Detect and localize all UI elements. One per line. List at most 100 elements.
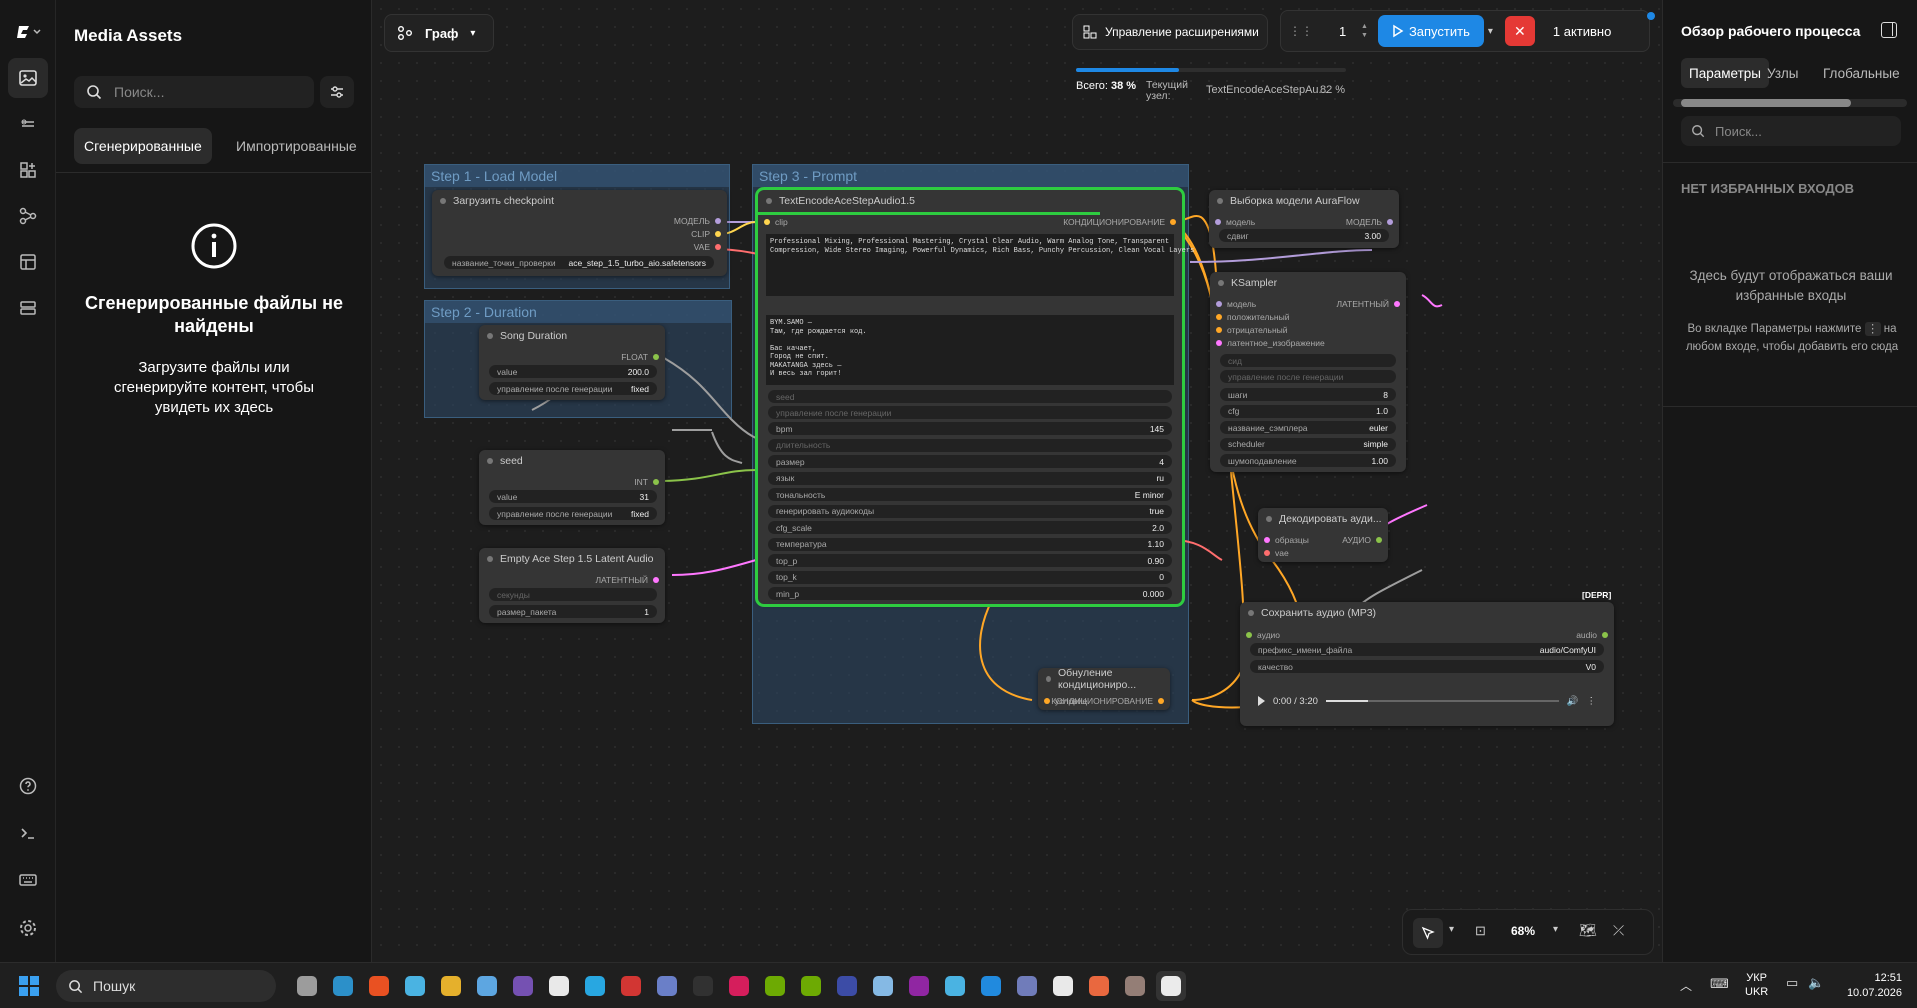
batch-count-input[interactable]: 1 bbox=[1339, 24, 1361, 39]
node-decode-audio[interactable]: Декодировать ауди... образцы vae АУДИО bbox=[1258, 508, 1388, 562]
output-clip[interactable]: CLIP bbox=[691, 229, 721, 239]
stop-button[interactable]: ✕ bbox=[1504, 16, 1535, 46]
input-model[interactable]: модель bbox=[1215, 217, 1255, 227]
ksampler-widget[interactable]: название_сэмплера euler bbox=[1220, 421, 1396, 434]
node-conditioning-zero[interactable]: Обнуление кондиционирo... условие КОНДИЦ… bbox=[1038, 667, 1170, 710]
chevron-up-icon[interactable]: ︿ bbox=[1680, 977, 1692, 994]
tabs-scrollbar[interactable] bbox=[1673, 99, 1907, 107]
tab-parameters[interactable]: Параметры bbox=[1681, 58, 1769, 88]
node-ksampler[interactable]: KSampler ЛАТЕНТНЫЙ модель положительный от… bbox=[1210, 272, 1406, 472]
app-icon[interactable] bbox=[904, 971, 934, 1001]
zoom-level[interactable]: 68% bbox=[1511, 924, 1535, 938]
clock[interactable]: 12:51 10.07.2026 bbox=[1838, 971, 1902, 1001]
audio-icon[interactable] bbox=[1084, 971, 1114, 1001]
language-indicator[interactable]: УКР UKR bbox=[1745, 971, 1768, 999]
instagram-icon[interactable] bbox=[724, 971, 754, 1001]
encode-widget[interactable]: cfg_scale 2.0 bbox=[768, 521, 1172, 534]
graph-mode-button[interactable]: Граф ▾ bbox=[384, 14, 494, 52]
ksampler-input[interactable]: положительный bbox=[1216, 312, 1289, 322]
favorites-search-input[interactable]: Поиск... bbox=[1681, 116, 1901, 146]
output-audio[interactable]: audio bbox=[1576, 630, 1608, 640]
quality-widget[interactable]: качество V0 bbox=[1250, 660, 1604, 673]
output-model[interactable]: МОДЕЛЬ bbox=[1346, 217, 1393, 227]
seconds-input[interactable]: секунды bbox=[489, 588, 657, 601]
output-int[interactable]: INT bbox=[634, 477, 659, 487]
files-icon[interactable] bbox=[400, 971, 430, 1001]
encode-widget[interactable]: top_k 0 bbox=[768, 570, 1172, 584]
gpu-tweak-icon[interactable] bbox=[796, 971, 826, 1001]
keyboard-icon[interactable] bbox=[8, 860, 48, 900]
comfyui-icon[interactable] bbox=[1156, 971, 1186, 1001]
minimap-icon[interactable]: 🗺 bbox=[1579, 922, 1597, 939]
manage-extensions-button[interactable]: Управление расширениями bbox=[1072, 14, 1268, 50]
vscode-icon[interactable] bbox=[976, 971, 1006, 1001]
queue-icon[interactable] bbox=[8, 288, 48, 328]
task-view-icon[interactable] bbox=[292, 971, 322, 1001]
seed-input[interactable]: сид bbox=[1220, 354, 1396, 367]
play-icon[interactable] bbox=[1258, 696, 1265, 706]
discord-icon[interactable] bbox=[652, 971, 682, 1001]
node-song-duration[interactable]: Song Duration FLOAT value 200.0 управлени… bbox=[479, 325, 665, 400]
node-auraflow-sampling[interactable]: Выборка модели AuraFlow модель МОДЕЛЬ сд… bbox=[1209, 190, 1399, 248]
encode-widget[interactable]: top_p 0.90 bbox=[768, 554, 1172, 567]
ksampler-widget[interactable]: cfg 1.0 bbox=[1220, 404, 1396, 418]
duration-control-widget[interactable]: управление после генерации fixed bbox=[489, 382, 657, 395]
audio-seekbar[interactable] bbox=[1325, 700, 1559, 702]
arc-icon[interactable] bbox=[940, 971, 970, 1001]
edge-icon[interactable] bbox=[328, 971, 358, 1001]
tags-textarea[interactable]: Professional Mixing, Professional Master… bbox=[766, 234, 1194, 296]
model-library-icon[interactable] bbox=[8, 104, 48, 144]
help-icon[interactable] bbox=[8, 766, 48, 806]
toggle-panel-icon[interactable] bbox=[1881, 22, 1897, 38]
chevron-down-icon[interactable]: ▾ bbox=[1553, 924, 1558, 935]
node-text-encode-ace-step[interactable]: TextEncodeAceStepAudio1.5 clip КОНДИЦИОН… bbox=[755, 187, 1194, 607]
launcher-icon[interactable] bbox=[832, 971, 862, 1001]
comfy-logo-icon[interactable] bbox=[8, 12, 48, 52]
graph-canvas[interactable]: Step 1 - Load Model Step 2 - Duration St… bbox=[372, 0, 1662, 962]
nvidia-icon[interactable] bbox=[760, 971, 790, 1001]
run-button[interactable]: Запустить bbox=[1377, 15, 1484, 47]
output-latent[interactable]: ЛАТЕНТНЫЙ bbox=[595, 575, 659, 585]
notes-icon[interactable] bbox=[1012, 971, 1042, 1001]
display-icon[interactable]: ▭ bbox=[1786, 975, 1798, 991]
steam-icon[interactable] bbox=[544, 971, 574, 1001]
ckpt-name-widget[interactable]: название_точки_проверки ace_step_1.5_turb… bbox=[444, 256, 714, 269]
output-conditioning[interactable]: КОНДИЦИОНИРОВАНИЕ bbox=[1063, 217, 1176, 227]
encode-widget[interactable]: язык ru bbox=[768, 471, 1172, 485]
tab-globals[interactable]: Глобальные bbox=[1815, 58, 1908, 88]
duration-value-widget[interactable]: value 200.0 bbox=[489, 365, 657, 378]
active-queue-button[interactable]: 1 активно bbox=[1553, 24, 1611, 39]
run-options-chevron-icon[interactable]: ▾ bbox=[1488, 26, 1493, 37]
encode-widget[interactable]: температура 1.10 bbox=[768, 537, 1172, 551]
node-save-audio-mp3[interactable]: Сохранить аудио (MP3) аудио audio префик… bbox=[1240, 602, 1614, 726]
input-clip[interactable]: clip bbox=[764, 217, 788, 227]
encode-widget[interactable]: длительность bbox=[768, 438, 1172, 452]
ksampler-input[interactable]: латентное_изображение bbox=[1216, 338, 1325, 348]
dice-icon[interactable] bbox=[1048, 971, 1078, 1001]
media-search-input[interactable]: Поиск... bbox=[74, 76, 314, 108]
tab-generated[interactable]: Сгенерированные bbox=[74, 128, 212, 164]
output-vae[interactable]: VAE bbox=[694, 242, 721, 252]
workflows-icon[interactable] bbox=[8, 196, 48, 236]
taskbar-search-input[interactable]: Пошук bbox=[56, 970, 276, 1002]
input-audio[interactable]: аудио bbox=[1246, 630, 1280, 640]
lyrics-textarea[interactable]: BYM.SAMO — Там, где рождается код. Бас к… bbox=[766, 315, 1174, 385]
hide-links-icon[interactable]: ⤫ bbox=[1613, 922, 1624, 939]
ksampler-input[interactable]: отрицательный bbox=[1216, 325, 1288, 335]
input-vae[interactable]: vae bbox=[1264, 548, 1289, 558]
filter-settings-button[interactable] bbox=[320, 76, 354, 108]
tab-nodes[interactable]: Узлы bbox=[1759, 58, 1806, 88]
input-samples[interactable]: образцы bbox=[1264, 535, 1309, 545]
output-float[interactable]: FLOAT bbox=[621, 352, 659, 362]
settings-gear-icon[interactable] bbox=[8, 908, 48, 948]
output-latent[interactable]: ЛАТЕНТНЫЙ bbox=[1336, 299, 1400, 309]
node-library-icon[interactable] bbox=[8, 150, 48, 190]
encode-widget[interactable]: min_p 0.000 bbox=[768, 587, 1172, 600]
brave-icon[interactable] bbox=[364, 971, 394, 1001]
ksampler-widget[interactable]: шумоподавление 1.00 bbox=[1220, 454, 1396, 467]
filename-prefix-widget[interactable]: префикс_имени_файла audio/ComfyUI bbox=[1250, 643, 1604, 656]
seed-input[interactable]: seed bbox=[768, 390, 1172, 403]
shift-widget[interactable]: сдвиг 3.00 bbox=[1219, 229, 1389, 242]
keyboard-icon[interactable]: ⌨ bbox=[1710, 976, 1729, 992]
encode-widget[interactable]: bpm 145 bbox=[768, 422, 1172, 435]
